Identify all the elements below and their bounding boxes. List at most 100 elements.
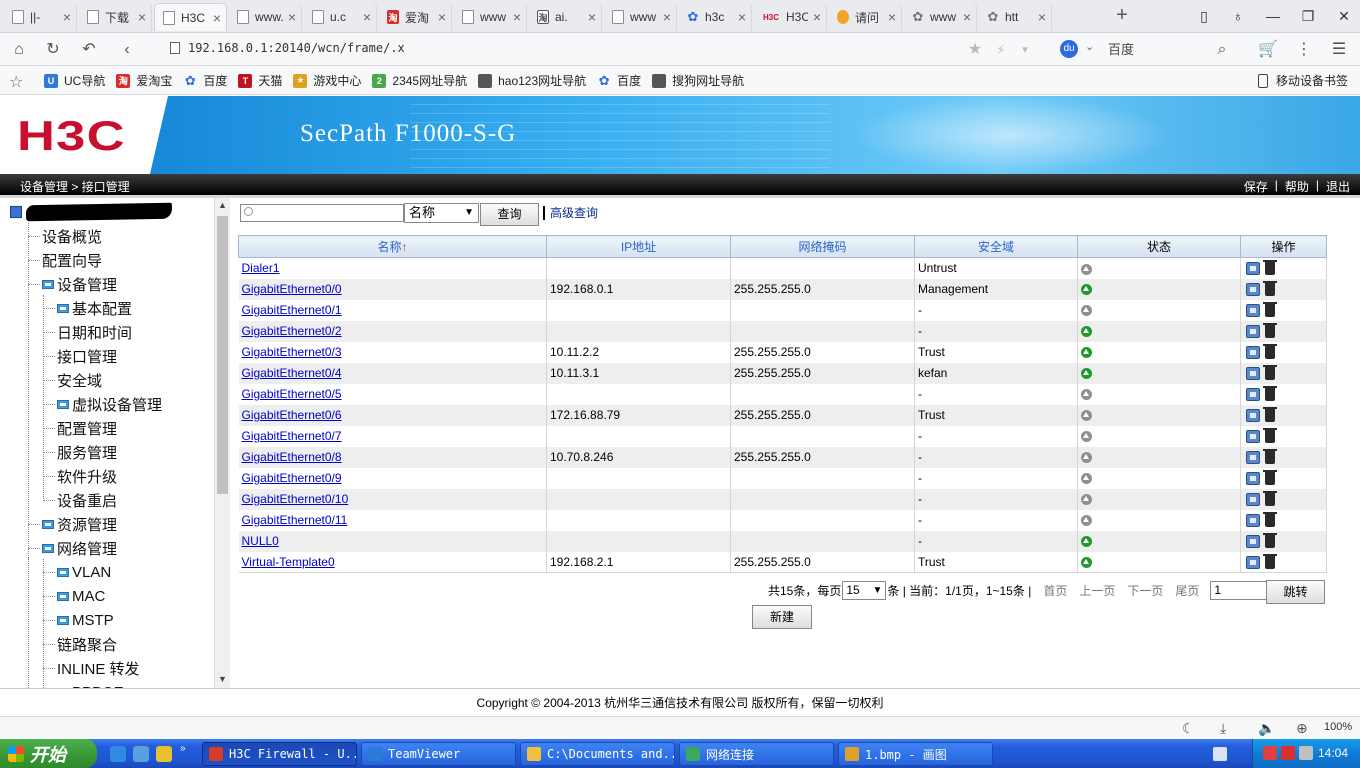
favorite-star-icon[interactable]: ★: [964, 39, 986, 61]
zoom-level[interactable]: 100%: [1324, 721, 1352, 733]
bookmark-item[interactable]: ★ 游戏中心: [293, 72, 361, 89]
nav-item[interactable]: 设备重启: [43, 488, 117, 512]
nav-item[interactable]: 网络管理: [28, 536, 117, 560]
delete-icon[interactable]: [1263, 470, 1277, 486]
keyboard-icon[interactable]: [1213, 747, 1227, 761]
maximize-icon[interactable]: ❐: [1297, 6, 1319, 26]
nav-item[interactable]: MSTP: [43, 608, 114, 632]
edit-icon[interactable]: [1246, 325, 1260, 339]
interface-link[interactable]: Virtual-Template0: [242, 555, 335, 569]
taskbar-button[interactable]: 网络连接: [679, 742, 834, 766]
save-link[interactable]: 保存: [1244, 178, 1268, 195]
prev-page-link[interactable]: 上一页: [1079, 582, 1115, 599]
close-icon[interactable]: ×: [133, 9, 151, 25]
delete-icon[interactable]: [1263, 386, 1277, 402]
interface-link[interactable]: NULL0: [242, 534, 279, 548]
tray-app-icon[interactable]: [1281, 746, 1295, 760]
close-icon[interactable]: ×: [808, 9, 826, 25]
tray-network-icon[interactable]: [1299, 746, 1313, 760]
delete-icon[interactable]: [1263, 512, 1277, 528]
search-input[interactable]: [255, 205, 401, 221]
ie-icon[interactable]: [110, 746, 126, 762]
browser-tab[interactable]: 淘爱淘 ×: [379, 3, 452, 31]
menu-icon[interactable]: ☰: [1328, 39, 1350, 61]
delete-icon[interactable]: [1263, 533, 1277, 549]
volume-icon[interactable]: 🔈: [1258, 720, 1275, 737]
nav-item[interactable]: 设备管理: [28, 272, 117, 296]
first-page-link[interactable]: 首页: [1043, 582, 1067, 599]
close-icon[interactable]: ×: [1033, 9, 1051, 25]
column-header-name[interactable]: 名称↑: [238, 235, 547, 258]
delete-icon[interactable]: [1263, 407, 1277, 423]
close-icon[interactable]: ×: [208, 10, 226, 26]
nav-scrollbar[interactable]: ▲ ▼: [214, 198, 230, 688]
nav-item[interactable]: 安全域: [43, 368, 102, 392]
browser-tab[interactable]: 淘 ai. ×: [529, 3, 602, 31]
close-icon[interactable]: ×: [583, 9, 601, 25]
interface-link[interactable]: GigabitEthernet0/7: [242, 429, 342, 443]
restore-tabs-icon[interactable]: ▯: [1193, 6, 1215, 26]
close-icon[interactable]: ×: [658, 9, 676, 25]
close-window-icon[interactable]: ✕: [1333, 6, 1355, 26]
bookmark-item[interactable]: U UC导航: [44, 72, 105, 89]
edit-icon[interactable]: [1246, 493, 1260, 507]
bookmark-item[interactable]: 搜狗网址导航: [652, 72, 744, 89]
back-icon[interactable]: ‹: [116, 39, 138, 61]
bookmark-item[interactable]: ✿ 百度: [597, 72, 641, 89]
nav-item[interactable]: 配置管理: [43, 416, 117, 440]
interface-link[interactable]: GigabitEthernet0/3: [242, 345, 342, 359]
delete-icon[interactable]: [1263, 365, 1277, 381]
taskbar-button[interactable]: C:\Documents and...: [520, 742, 675, 766]
refresh-icon[interactable]: ↻: [42, 39, 64, 61]
query-button[interactable]: 查询: [480, 203, 539, 226]
interface-link[interactable]: GigabitEthernet0/8: [242, 450, 342, 464]
delete-icon[interactable]: [1263, 344, 1277, 360]
interface-link[interactable]: GigabitEthernet0/1: [242, 303, 342, 317]
new-tab-button[interactable]: +: [1112, 4, 1132, 28]
browser-tab[interactable]: www. ×: [229, 3, 302, 31]
logout-link[interactable]: 退出: [1326, 178, 1350, 195]
taskbar-button[interactable]: TeamViewer: [361, 742, 516, 766]
edit-icon[interactable]: [1246, 367, 1260, 381]
taskbar-button[interactable]: H3C Firewall - U...: [202, 742, 357, 766]
more-icon[interactable]: ⋮: [1293, 39, 1315, 61]
undo-icon[interactable]: ↶: [78, 39, 100, 61]
interface-link[interactable]: GigabitEthernet0/10: [242, 492, 349, 506]
close-icon[interactable]: ×: [358, 9, 376, 25]
scroll-up-icon[interactable]: ▲: [218, 200, 227, 210]
tree-root[interactable]: [10, 201, 173, 223]
new-button[interactable]: 新建: [752, 605, 812, 629]
scroll-down-icon[interactable]: ▼: [218, 674, 227, 684]
interface-link[interactable]: GigabitEthernet0/9: [242, 471, 342, 485]
nav-item[interactable]: 基本配置: [43, 296, 132, 320]
interface-link[interactable]: GigabitEthernet0/0: [242, 282, 342, 296]
tray-app-icon[interactable]: [1263, 746, 1277, 760]
zoom-icon[interactable]: ⊕: [1296, 720, 1308, 737]
start-button[interactable]: 开始: [0, 739, 97, 768]
browser-tab[interactable]: ✿ www ×: [904, 3, 977, 31]
interface-link[interactable]: GigabitEthernet0/6: [242, 408, 342, 422]
interface-link[interactable]: GigabitEthernet0/2: [242, 324, 342, 338]
close-icon[interactable]: ×: [58, 9, 76, 25]
help-link[interactable]: 帮助: [1285, 178, 1309, 195]
close-icon[interactable]: ×: [433, 9, 451, 25]
edit-icon[interactable]: [1246, 451, 1260, 465]
bookmark-item[interactable]: T 天猫: [238, 72, 282, 89]
chevron-down-icon[interactable]: ▾: [1014, 39, 1036, 61]
browser-tab[interactable]: H3C H3C ×: [754, 3, 827, 31]
nav-item[interactable]: 日期和时间: [43, 320, 132, 344]
column-header-mask[interactable]: 网络掩码: [730, 235, 915, 258]
bookmark-star-icon[interactable]: ☆: [9, 72, 23, 92]
edit-icon[interactable]: [1246, 535, 1260, 549]
edit-icon[interactable]: [1246, 283, 1260, 297]
close-icon[interactable]: ×: [883, 9, 901, 25]
interface-link[interactable]: GigabitEthernet0/11: [242, 513, 348, 527]
nav-item[interactable]: PPPOE: [43, 680, 124, 688]
bookmark-item[interactable]: ✿ 百度: [183, 72, 227, 89]
url-field[interactable]: 192.168.0.1:20140/wcn/frame/.x: [170, 41, 405, 55]
skin-icon[interactable]: ♁: [1227, 6, 1249, 26]
home-icon[interactable]: ⌂: [8, 39, 30, 61]
delete-icon[interactable]: [1263, 302, 1277, 318]
browser-tab[interactable]: H3C ×: [154, 3, 227, 31]
download-icon[interactable]: ⤓: [1220, 720, 1226, 737]
